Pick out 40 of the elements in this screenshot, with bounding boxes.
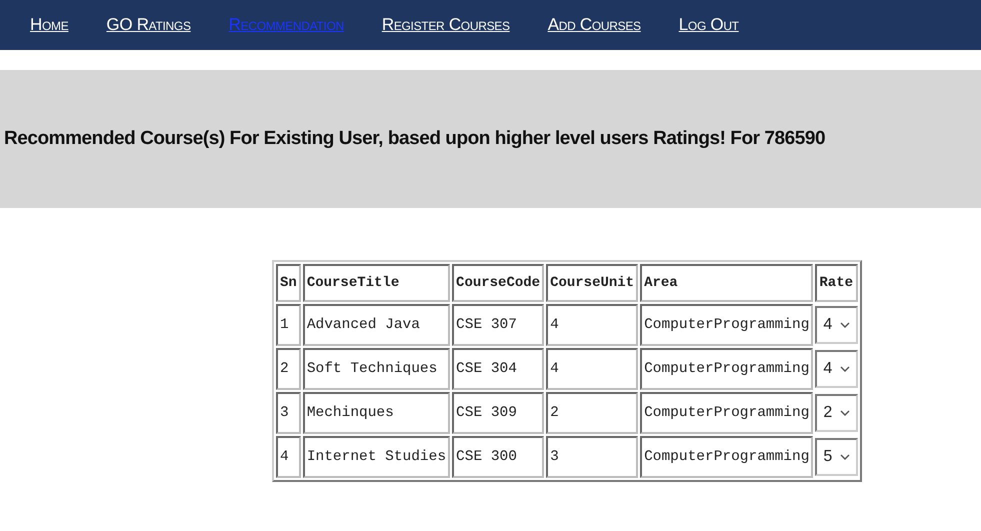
column-header: CourseUnit [546, 264, 638, 302]
column-header: CourseTitle [302, 264, 450, 302]
page-heading: Recommended Course(s) For Existing User, based upon higher level users Ratings! For 786590 [4, 128, 826, 150]
table-cell: CSE 309 [452, 392, 544, 434]
table-cell: Soft Techniques [302, 348, 450, 390]
rate-dropdown[interactable]: 2 [815, 394, 858, 432]
rate-dropdown[interactable]: 4 [815, 306, 858, 344]
table-cell: CSE 307 [452, 304, 544, 346]
column-header: Rate [815, 264, 858, 302]
table-cell: 4 [276, 436, 301, 478]
column-header: Area [640, 264, 814, 302]
table-cell: Mechinques [302, 392, 450, 434]
chevron-icon [840, 410, 850, 416]
table-cell: 3 [546, 436, 638, 478]
table-cell: ComputerProgramming [640, 348, 814, 390]
nav-link[interactable]: Add Courses [548, 15, 641, 35]
table-cell: 2 [276, 348, 301, 390]
nav-link[interactable]: Home [30, 15, 68, 35]
table-cell: CSE 300 [452, 436, 544, 478]
nav-link[interactable]: Register Courses [382, 15, 510, 35]
nav-link[interactable]: GO Ratings [106, 15, 191, 35]
rate-dropdown[interactable]: 4 [815, 350, 858, 388]
nav-link[interactable]: Log Out [678, 15, 739, 35]
table-cell: 1 [276, 304, 301, 346]
column-header: CourseCode [452, 264, 544, 302]
table-cell: 4 [546, 304, 638, 346]
chevron-icon [840, 366, 850, 372]
table-cell: 2 [546, 392, 638, 434]
table-cell: 4 [546, 348, 638, 390]
table-cell: ComputerProgramming [640, 436, 814, 478]
table-cell: ComputerProgramming [640, 304, 814, 346]
table-cell: CSE 304 [452, 348, 544, 390]
table-cell: Internet Studies [302, 436, 450, 478]
table-cell: 3 [276, 392, 301, 434]
chevron-icon [840, 322, 850, 328]
table-cell: Advanced Java [302, 304, 450, 346]
column-header: Sn [276, 264, 301, 302]
rate-dropdown[interactable]: 5 [815, 438, 858, 476]
chevron-icon [840, 454, 850, 460]
table-cell: ComputerProgramming [640, 392, 814, 434]
